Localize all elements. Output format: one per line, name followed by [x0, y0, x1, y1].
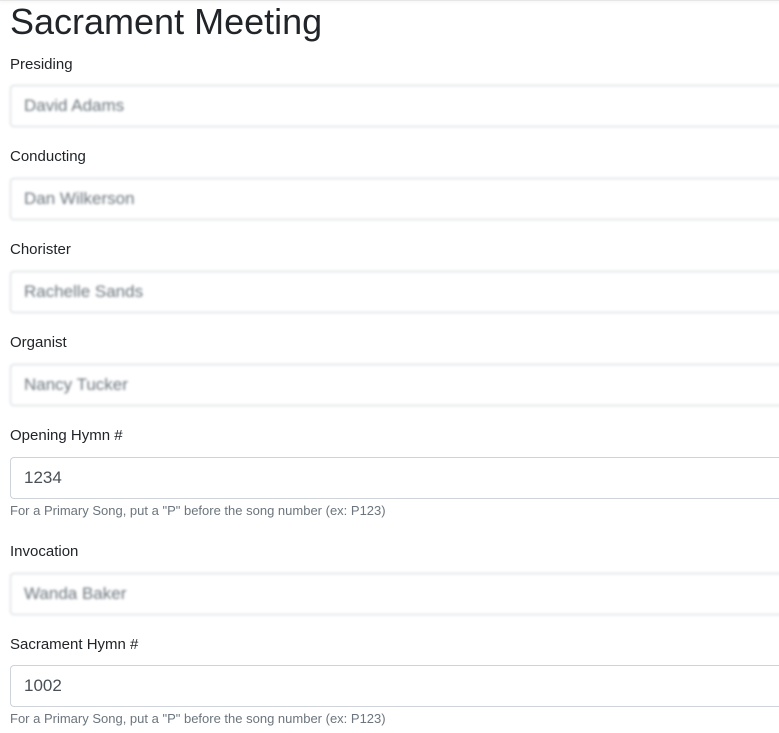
opening-hymn-group: Opening Hymn # For a Primary Song, put a… — [10, 427, 779, 519]
invocation-label: Invocation — [10, 543, 79, 560]
presiding-group: Presiding — [10, 56, 779, 127]
page-title: Sacrament Meeting — [10, 1, 323, 42]
presiding-input[interactable] — [10, 85, 779, 127]
presiding-label: Presiding — [10, 56, 73, 73]
chorister-input[interactable] — [10, 271, 779, 313]
opening-hymn-input[interactable] — [10, 457, 779, 499]
sacrament-hymn-group: Sacrament Hymn # For a Primary Song, put… — [10, 636, 779, 727]
opening-hymn-help-text: For a Primary Song, put a "P" before the… — [10, 503, 386, 518]
organist-input[interactable] — [10, 364, 779, 406]
organist-group: Organist — [10, 334, 779, 406]
conducting-input[interactable] — [10, 178, 779, 220]
conducting-group: Conducting — [10, 148, 779, 220]
sacrament-hymn-help-text: For a Primary Song, put a "P" before the… — [10, 711, 386, 726]
invocation-input[interactable] — [10, 573, 779, 615]
organist-label: Organist — [10, 334, 67, 351]
chorister-group: Chorister — [10, 241, 779, 313]
sacrament-meeting-form: Sacrament Meeting Presiding Conducting C… — [0, 0, 779, 727]
conducting-label: Conducting — [10, 148, 86, 165]
opening-hymn-label: Opening Hymn # — [10, 427, 123, 444]
sacrament-hymn-label: Sacrament Hymn # — [10, 636, 139, 653]
sacrament-hymn-input[interactable] — [10, 665, 779, 707]
invocation-group: Invocation — [10, 543, 779, 615]
chorister-label: Chorister — [10, 241, 71, 258]
